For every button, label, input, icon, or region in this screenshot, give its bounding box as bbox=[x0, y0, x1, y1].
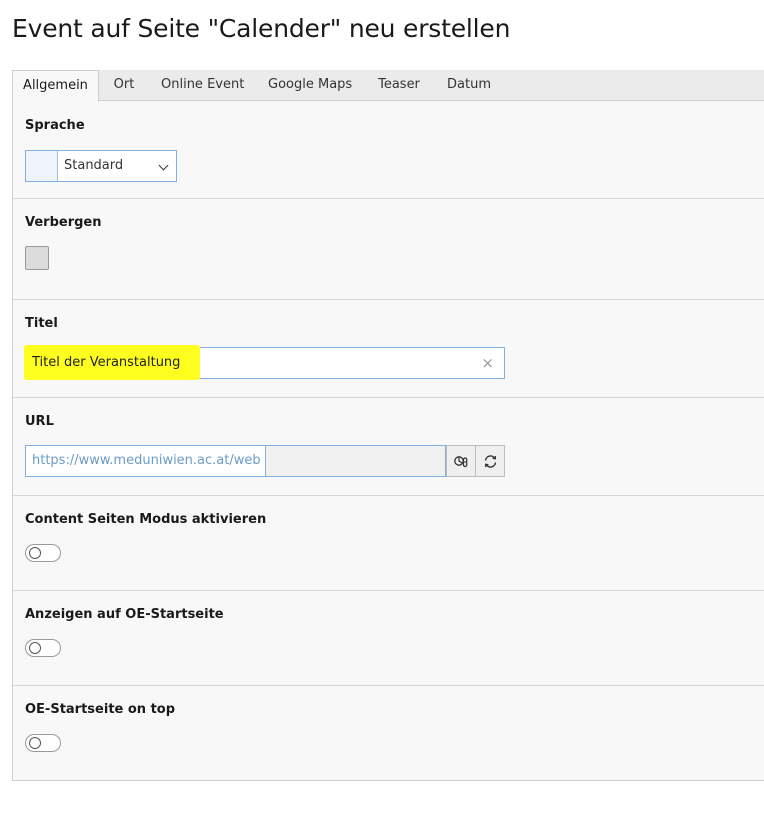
titel-section: Titel Titel der Veranstaltung × bbox=[13, 300, 764, 398]
tab-online-event[interactable]: Online Event bbox=[161, 70, 244, 101]
tab-allgemein[interactable]: Allgemein bbox=[13, 70, 99, 102]
content-mode-label: Content Seiten Modus aktivieren bbox=[25, 512, 267, 527]
tab-ort[interactable]: Ort bbox=[111, 70, 137, 101]
hide-checkbox[interactable] bbox=[25, 246, 49, 270]
url-input[interactable]: https://www.meduniwien.ac.at/web bbox=[25, 445, 265, 477]
tab-teaser[interactable]: Teaser bbox=[377, 70, 421, 101]
sprache-label: Sprache bbox=[25, 118, 85, 133]
url-readonly-field bbox=[265, 445, 446, 477]
tab-bar: Allgemein Ort Online Event Google Maps T… bbox=[13, 70, 764, 102]
toggle-knob bbox=[29, 547, 41, 559]
close-icon[interactable]: × bbox=[481, 348, 494, 378]
language-select[interactable]: Standard bbox=[25, 150, 177, 182]
title-input[interactable]: Titel der Veranstaltung × bbox=[24, 345, 505, 380]
startpage-on-top-section: OE-Startseite on top bbox=[13, 686, 764, 780]
url-label: URL bbox=[25, 414, 54, 429]
form-panel: Allgemein Ort Online Event Google Maps T… bbox=[12, 70, 764, 781]
titel-label: Titel bbox=[25, 316, 58, 331]
content-mode-section: Content Seiten Modus aktivieren bbox=[13, 496, 764, 591]
show-on-startpage-label: Anzeigen auf OE-Startseite bbox=[25, 607, 224, 622]
sprache-section: Sprache Standard bbox=[13, 101, 764, 199]
startpage-on-top-label: OE-Startseite on top bbox=[25, 702, 176, 717]
page-title: Event auf Seite "Calender" neu erstellen bbox=[12, 14, 511, 43]
show-on-startpage-toggle[interactable] bbox=[25, 639, 61, 657]
language-select-value: Standard bbox=[64, 158, 124, 173]
tab-google-maps[interactable]: Google Maps bbox=[268, 70, 352, 101]
url-input-value: https://www.meduniwien.ac.at/web bbox=[32, 453, 261, 468]
title-input-value: Titel der Veranstaltung bbox=[32, 355, 181, 370]
content-mode-toggle[interactable] bbox=[25, 544, 61, 562]
verbergen-label: Verbergen bbox=[25, 215, 102, 230]
show-on-startpage-section: Anzeigen auf OE-Startseite bbox=[13, 591, 764, 686]
url-wizard-button[interactable] bbox=[446, 445, 476, 477]
verbergen-section: Verbergen bbox=[13, 199, 764, 300]
tab-datum[interactable]: Datum bbox=[447, 70, 491, 101]
startpage-on-top-toggle[interactable] bbox=[25, 734, 61, 752]
refresh-icon bbox=[484, 455, 497, 468]
toggle-knob bbox=[29, 737, 41, 749]
url-refresh-button[interactable] bbox=[475, 445, 505, 477]
wizard-icon bbox=[454, 456, 468, 468]
chevron-down-icon bbox=[158, 160, 169, 171]
url-section: URL https://www.meduniwien.ac.at/web bbox=[13, 398, 764, 496]
language-flag-icon bbox=[26, 151, 58, 181]
toggle-knob bbox=[29, 642, 41, 654]
